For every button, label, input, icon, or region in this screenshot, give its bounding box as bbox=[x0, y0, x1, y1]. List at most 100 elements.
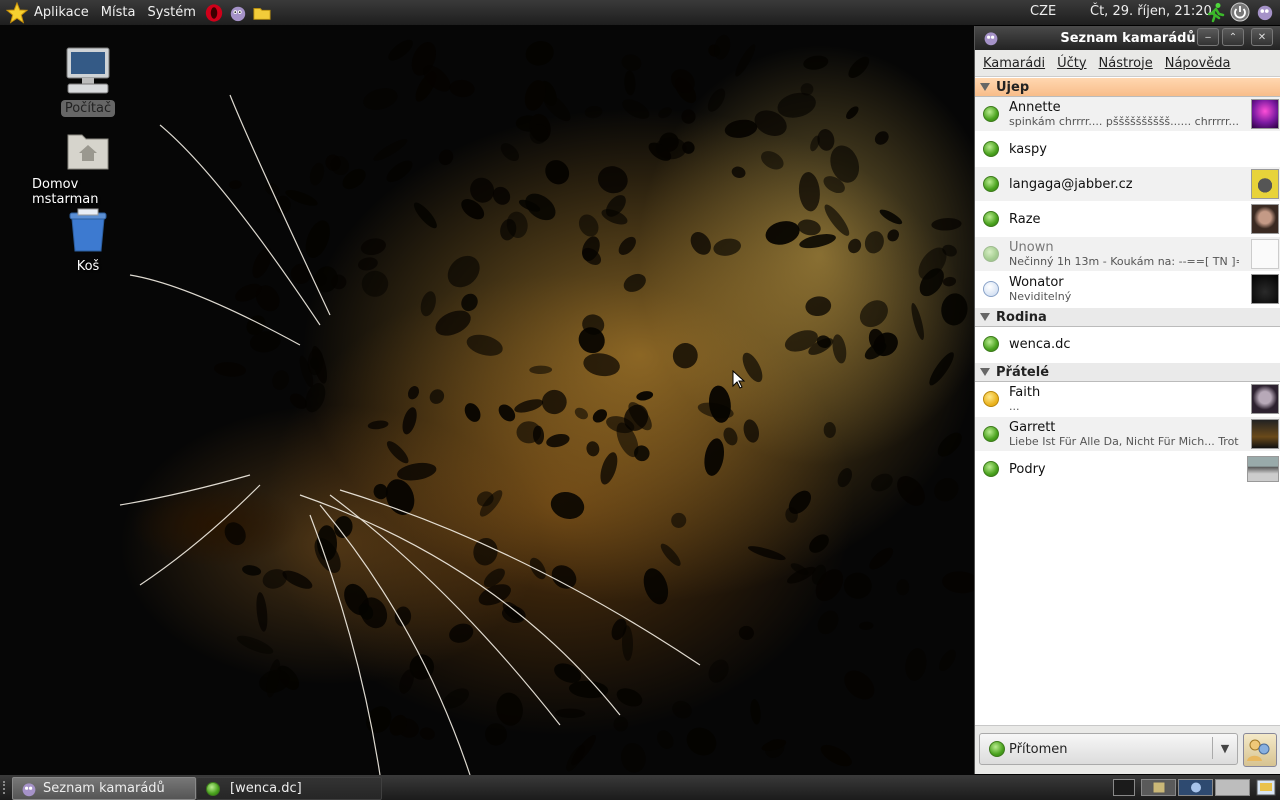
buddy-name: langaga@jabber.cz bbox=[1009, 176, 1133, 192]
buddy-faith[interactable]: Faith ... bbox=[975, 382, 1280, 417]
buddy-wenca[interactable]: wenca.dc bbox=[975, 327, 1280, 362]
wallpaper-spot bbox=[622, 99, 650, 119]
buddy-podry[interactable]: Podry bbox=[975, 452, 1280, 487]
workspace-4[interactable] bbox=[1215, 779, 1250, 796]
dropdown-arrow-icon[interactable]: ▼ bbox=[1212, 737, 1237, 759]
buddy-annette[interactable]: Annette spinkám chrrrr.... pšššššššššš..… bbox=[975, 97, 1280, 132]
panel-handle[interactable] bbox=[3, 781, 8, 794]
menu-mista[interactable]: Místa bbox=[95, 5, 142, 20]
wallpaper-spot bbox=[314, 266, 338, 293]
top-panel: Aplikace Místa Systém CZE Čt, 29. říjen,… bbox=[0, 0, 1280, 25]
menu-aplikace[interactable]: Aplikace bbox=[28, 5, 95, 20]
wallpaper-spot bbox=[817, 129, 835, 151]
buddy-list-window: Seznam kamarádů ‒ ⌃ ✕ Kamarádi Účty Nást… bbox=[974, 26, 1280, 774]
wallpaper-spot bbox=[859, 300, 888, 328]
buddy-raze[interactable]: Raze bbox=[975, 202, 1280, 237]
wallpaper-spot bbox=[228, 180, 242, 190]
wallpaper-spot bbox=[305, 382, 326, 413]
wallpaper-spot bbox=[803, 55, 829, 70]
workspace-3[interactable] bbox=[1178, 779, 1213, 796]
status-selector-label: Přítomen bbox=[1009, 741, 1068, 757]
group-ujep[interactable]: Ujep bbox=[975, 77, 1280, 97]
opera-icon[interactable] bbox=[205, 3, 223, 22]
wallpaper-spot bbox=[496, 692, 523, 726]
expander-icon[interactable] bbox=[980, 368, 990, 376]
wallpaper-spot bbox=[897, 475, 925, 506]
window-titlebar[interactable]: Seznam kamarádů ‒ ⌃ ✕ bbox=[975, 26, 1280, 50]
buddy-wonator[interactable]: Wonator Neviditelný bbox=[975, 272, 1280, 307]
running-man-icon[interactable] bbox=[1204, 2, 1226, 28]
folder-launcher-icon[interactable] bbox=[253, 4, 271, 22]
buddy-name: Unown bbox=[1009, 240, 1054, 255]
wallpaper-spot bbox=[761, 151, 784, 170]
desktop-icon-computer[interactable]: Počítač bbox=[28, 45, 148, 117]
wallpaper-spot bbox=[386, 441, 409, 464]
buddy-kaspy[interactable]: kaspy bbox=[975, 132, 1280, 167]
wallpaper-spot bbox=[636, 391, 654, 401]
available-status-icon bbox=[989, 741, 1005, 757]
wallpaper-spot bbox=[941, 293, 968, 326]
buddy-status-message: Neviditelný bbox=[1009, 290, 1072, 303]
wallpaper-spot bbox=[618, 236, 636, 255]
expander-icon[interactable] bbox=[980, 83, 990, 91]
workspace-1[interactable] bbox=[1113, 779, 1135, 796]
menu-ucty[interactable]: Účty bbox=[1057, 56, 1086, 71]
wallpaper-spot bbox=[419, 727, 435, 740]
pidgin-launcher-icon[interactable] bbox=[229, 4, 247, 22]
wallpaper-spot bbox=[242, 565, 262, 576]
buddy-avatar bbox=[1251, 169, 1279, 199]
minimize-button[interactable]: ‒ bbox=[1197, 28, 1219, 46]
menu-nastroje[interactable]: Nástroje bbox=[1099, 56, 1153, 71]
taskbar-conversation[interactable]: [wenca.dc] bbox=[196, 777, 382, 800]
wallpaper-spot bbox=[574, 407, 588, 420]
wallpaper-spot bbox=[823, 422, 836, 438]
pidgin-tray-icon[interactable] bbox=[1256, 3, 1274, 25]
wallpaper-spot bbox=[272, 370, 290, 390]
desktop-icon-label: Domov mstarman bbox=[32, 177, 99, 207]
task-label: Seznam kamarádů bbox=[43, 781, 165, 796]
buddy-garrett[interactable]: Garrett Liebe Ist Für Alle Da, Nicht Für… bbox=[975, 417, 1280, 452]
people-icon bbox=[1247, 739, 1270, 761]
power-icon[interactable] bbox=[1230, 2, 1250, 26]
wallpaper-spot bbox=[671, 512, 687, 528]
main-menu-star-icon[interactable] bbox=[6, 0, 28, 25]
available-status-icon bbox=[983, 106, 999, 122]
group-rodina[interactable]: Rodina bbox=[975, 307, 1280, 327]
buddy-icon-button[interactable] bbox=[1243, 733, 1277, 767]
available-status-icon bbox=[983, 461, 999, 477]
status-selector[interactable]: Přítomen ▼ bbox=[979, 733, 1238, 765]
buddy-langaga[interactable]: langaga@jabber.cz bbox=[975, 167, 1280, 202]
wallpaper-spot bbox=[931, 218, 962, 231]
wallpaper-spot bbox=[413, 202, 437, 229]
expander-icon[interactable] bbox=[980, 313, 990, 321]
clock[interactable]: Čt, 29. říjen, 21:20 bbox=[1090, 4, 1212, 19]
workspace-2[interactable] bbox=[1141, 779, 1176, 796]
computer-icon bbox=[66, 47, 110, 94]
menu-napoveda[interactable]: Nápověda bbox=[1165, 56, 1231, 71]
wallpaper-spot bbox=[224, 522, 246, 546]
wallpaper-spot bbox=[846, 106, 859, 120]
wallpaper-spot bbox=[578, 214, 599, 237]
keyboard-layout-indicator[interactable]: CZE bbox=[1030, 4, 1056, 19]
buddy-avatar bbox=[1251, 419, 1279, 449]
menu-kamaradi[interactable]: Kamarádi bbox=[983, 56, 1045, 71]
menu-system[interactable]: Systém bbox=[141, 5, 201, 20]
taskbar-buddy-list[interactable]: Seznam kamarádů bbox=[12, 777, 196, 800]
wallpaper-spot bbox=[498, 404, 516, 422]
wallpaper-spot bbox=[363, 88, 398, 110]
desktop-icon-home[interactable]: Domov mstarman bbox=[28, 129, 148, 208]
wallpaper-spot bbox=[484, 723, 508, 746]
group-pratele[interactable]: Přátelé bbox=[975, 362, 1280, 382]
wallpaper-spot bbox=[681, 109, 696, 124]
group-name: Přátelé bbox=[996, 364, 1050, 380]
wallpaper-spot bbox=[586, 441, 600, 457]
wallpaper-spot bbox=[621, 54, 642, 71]
show-desktop-icon[interactable] bbox=[1256, 779, 1276, 800]
wallpaper-spot bbox=[874, 131, 889, 145]
buddy-unown[interactable]: Unown Nečinný 1h 13m - Koukám na: --==[ … bbox=[975, 237, 1280, 272]
close-button[interactable]: ✕ bbox=[1251, 28, 1273, 46]
desktop-icon-trash[interactable]: Koš bbox=[28, 207, 148, 275]
wallpaper-spot bbox=[550, 492, 585, 519]
maximize-button[interactable]: ⌃ bbox=[1222, 28, 1244, 46]
wallpaper-spot bbox=[708, 659, 729, 683]
